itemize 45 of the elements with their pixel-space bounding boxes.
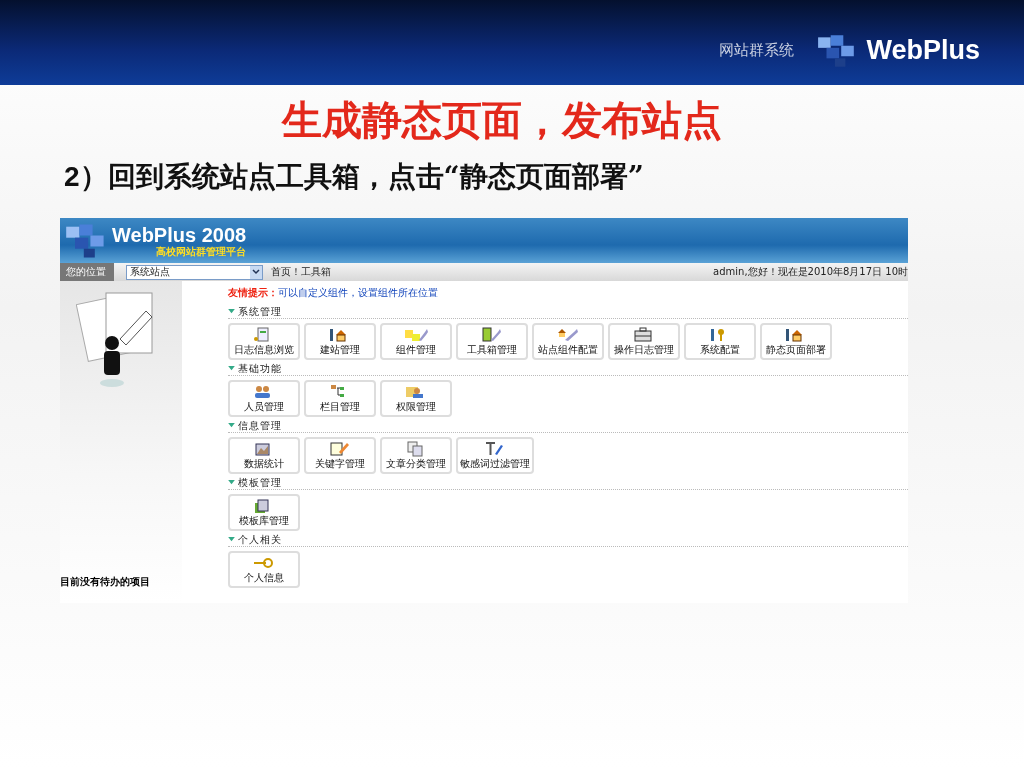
tool-button[interactable]: 关键字管理 <box>304 437 376 474</box>
cabinet-wrench-icon <box>480 326 504 343</box>
tool-button[interactable]: 数据统计 <box>228 437 300 474</box>
tool-button[interactable]: 静态页面部署 <box>760 323 832 360</box>
tool-button[interactable]: 系统配置 <box>684 323 756 360</box>
tool-button[interactable]: 文章分类管理 <box>380 437 452 474</box>
site-select[interactable]: 系统站点 <box>126 264 263 280</box>
tool-button[interactable]: 模板库管理 <box>228 494 300 531</box>
tool-button[interactable]: 组件管理 <box>380 323 452 360</box>
tool-button[interactable]: 建站管理 <box>304 323 376 360</box>
tool-button[interactable]: 人员管理 <box>228 380 300 417</box>
section-heading: 模板管理 <box>238 475 282 490</box>
tool-button[interactable]: 站点组件配置 <box>532 323 604 360</box>
section-heading: 个人相关 <box>238 532 282 547</box>
app-tagline: 高校网站群管理平台 <box>156 246 247 257</box>
location-label: 您的位置 <box>60 263 114 281</box>
brand-logo: WebPlus <box>866 35 980 66</box>
tool-button[interactable]: 工具箱管理 <box>456 323 528 360</box>
section-heading: 系统管理 <box>238 304 282 319</box>
tool-button[interactable]: 栏目管理 <box>304 380 376 417</box>
section-heading: 基础功能 <box>238 361 282 376</box>
house-wrench-icon <box>556 326 580 343</box>
section-heading: 信息管理 <box>238 418 282 433</box>
collapse-triangle-icon[interactable] <box>228 423 235 428</box>
tool-button[interactable]: 敏感词过滤管理 <box>456 437 534 474</box>
tool-button[interactable]: 个人信息 <box>228 551 300 588</box>
collapse-triangle-icon[interactable] <box>228 309 235 314</box>
user-info: admin,您好！现在是2010年8月17日 10时 <box>713 265 908 279</box>
pencil-page-icon <box>328 440 352 457</box>
step-text: ）回到系统站点工具箱，点击“静态页面部署” <box>79 160 644 193</box>
tool-button[interactable]: 日志信息浏览 <box>228 323 300 360</box>
tool-button[interactable]: 操作日志管理 <box>608 323 680 360</box>
breadcrumb: 首页！工具箱 <box>271 265 331 279</box>
tool-button[interactable]: 权限管理 <box>380 380 452 417</box>
tip-link[interactable]: 可以自定义组件，设置组件所在位置 <box>278 287 438 298</box>
collapse-triangle-icon[interactable] <box>228 480 235 485</box>
system-label: 网站群系统 <box>719 41 795 60</box>
tip-label: 友情提示： <box>228 287 278 298</box>
todo-message: 目前没有待办的项目 <box>60 575 150 589</box>
step-number: 2 <box>64 161 80 192</box>
collapse-triangle-icon[interactable] <box>228 366 235 371</box>
slide-title: 生成静态页面，发布站点 <box>280 96 723 145</box>
collapse-triangle-icon[interactable] <box>228 537 235 542</box>
app-brand: WebPlus 2008 <box>112 224 247 245</box>
dropdown-caret-icon[interactable] <box>252 269 260 275</box>
